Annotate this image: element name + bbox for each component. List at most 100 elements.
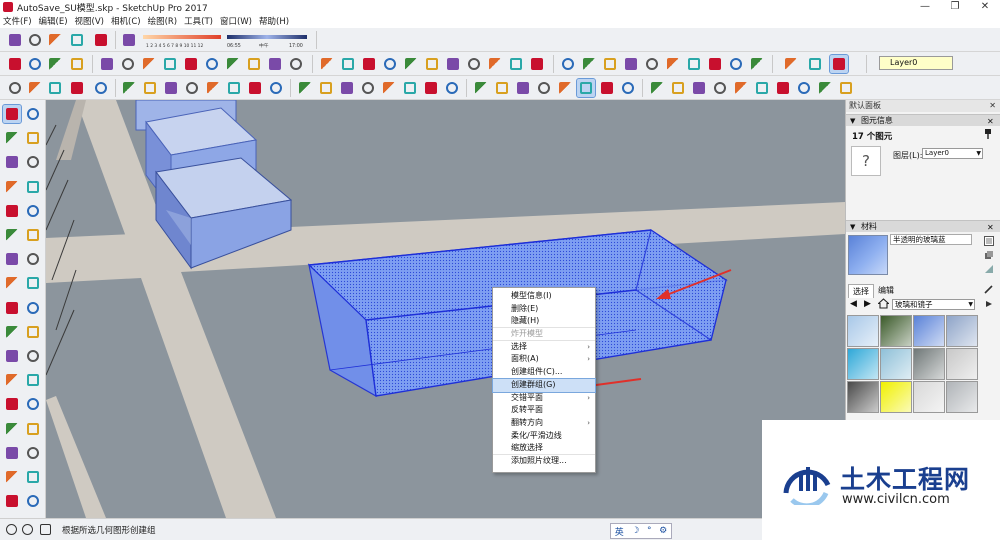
hidden-line-icon[interactable] — [643, 55, 661, 73]
offset-tool-icon[interactable] — [162, 79, 180, 97]
protractor-icon[interactable] — [3, 299, 21, 317]
protractor-icon[interactable] — [246, 79, 264, 97]
push-pull-icon[interactable] — [68, 79, 86, 97]
hidden-line-icon[interactable] — [24, 444, 42, 462]
context-menu-item[interactable]: 删除(E) — [493, 303, 595, 316]
menu-view[interactable]: 视图(V) — [75, 15, 104, 27]
select-tool-icon[interactable] — [2, 104, 22, 124]
ime-settings-icon[interactable]: ⚙ — [659, 526, 667, 536]
context-menu-item[interactable]: 添加照片纹理... — [493, 455, 595, 468]
material-swatch[interactable] — [880, 381, 912, 413]
eyedropper-icon[interactable] — [984, 284, 994, 294]
material-swatch[interactable] — [913, 315, 945, 347]
text-tool-icon[interactable] — [381, 55, 399, 73]
push-pull-icon[interactable] — [182, 55, 200, 73]
materials-header[interactable]: ▼ 材料 ✕ — [846, 220, 1000, 232]
monochrome-icon[interactable] — [706, 55, 724, 73]
walk-icon[interactable] — [3, 395, 21, 413]
context-menu-item[interactable]: 面积(A) › — [493, 353, 595, 366]
context-menu-item[interactable]: 反转平面 — [493, 404, 595, 417]
eraser-tool-icon[interactable] — [26, 55, 44, 73]
material-swatch[interactable] — [913, 348, 945, 380]
push-pull-icon[interactable] — [3, 202, 21, 220]
model-viewport[interactable] — [46, 100, 845, 518]
3d-text-icon[interactable] — [423, 55, 441, 73]
textured-icon[interactable] — [576, 78, 596, 98]
ime-english-toggle[interactable]: 英 — [615, 525, 624, 538]
orbit-icon[interactable] — [338, 79, 356, 97]
follow-me-icon[interactable] — [183, 79, 201, 97]
left-view-icon[interactable] — [732, 79, 750, 97]
follow-me-icon[interactable] — [287, 55, 305, 73]
orbit-icon[interactable] — [6, 31, 24, 49]
scale-tool-icon[interactable] — [245, 55, 263, 73]
material-name-field[interactable]: 半透明的玻璃蓝 — [890, 234, 972, 245]
dimension-icon[interactable] — [225, 79, 243, 97]
context-menu-item[interactable]: 缩放选择 — [493, 442, 595, 455]
wireframe-icon[interactable] — [120, 31, 138, 49]
entity-layer-dropdown[interactable]: Layer0 ▼ — [922, 148, 983, 159]
xray-icon[interactable] — [601, 55, 619, 73]
eraser-tool-icon[interactable] — [816, 79, 834, 97]
pan-icon[interactable] — [465, 55, 483, 73]
rectangle-tool-icon[interactable] — [6, 79, 24, 97]
menu-draw[interactable]: 绘图(R) — [148, 15, 178, 27]
zoom-icon[interactable] — [3, 371, 21, 389]
dimension-icon[interactable] — [24, 274, 42, 292]
input-method-bar[interactable]: 英 ☽ ° ⚙ — [610, 523, 672, 539]
iso-view-icon[interactable] — [727, 55, 745, 73]
material-swatch[interactable] — [847, 348, 879, 380]
circle-tool-icon[interactable] — [26, 79, 44, 97]
maximize-button[interactable]: ❐ — [940, 0, 970, 14]
textured-icon[interactable] — [24, 468, 42, 486]
close-icon[interactable]: ✕ — [989, 100, 996, 112]
credits-icon[interactable] — [22, 524, 33, 535]
circle-tool-icon[interactable] — [3, 178, 21, 196]
material-swatch[interactable] — [880, 315, 912, 347]
shaded-icon[interactable] — [3, 468, 21, 486]
3d-text-icon[interactable] — [24, 323, 42, 341]
material-swatch[interactable] — [847, 315, 879, 347]
arc-tool-icon[interactable] — [98, 55, 116, 73]
look-around-icon[interactable] — [24, 395, 42, 413]
look-around-icon[interactable] — [443, 79, 461, 97]
rotate-tool-icon[interactable] — [224, 55, 242, 73]
polygon-tool-icon[interactable] — [161, 55, 179, 73]
shadow-settings-slider[interactable]: 1 2 3 4 5 6 7 8 9 10 11 12 06:55 中午 17:0… — [141, 32, 311, 50]
context-menu-item[interactable]: 模型信息(I) — [493, 290, 595, 303]
axes-tool-icon[interactable] — [296, 79, 314, 97]
zoom-extents-icon[interactable] — [68, 31, 86, 49]
menu-camera[interactable]: 相机(C) — [111, 15, 141, 27]
pan-icon[interactable] — [26, 31, 44, 49]
polygon-tool-icon[interactable] — [46, 79, 64, 97]
xray-icon[interactable] — [24, 420, 42, 438]
top-view-icon[interactable] — [648, 79, 666, 97]
shaded-icon[interactable] — [782, 55, 800, 73]
text-tool-icon[interactable] — [24, 299, 42, 317]
paint-bucket-icon[interactable] — [837, 79, 855, 97]
offset-tool-icon[interactable] — [3, 250, 21, 268]
wireframe-icon[interactable] — [622, 55, 640, 73]
tab-edit[interactable]: 编辑 — [874, 284, 898, 298]
arc-tool-icon[interactable] — [3, 153, 21, 171]
line-tool-icon[interactable] — [24, 129, 42, 147]
help-icon[interactable] — [40, 524, 51, 535]
zoom-extents-icon[interactable] — [401, 79, 419, 97]
extension-icon[interactable] — [774, 79, 792, 97]
rotate-tool-icon[interactable] — [3, 226, 21, 244]
tape-measure-icon[interactable] — [3, 274, 21, 292]
walk-icon[interactable] — [422, 79, 440, 97]
scale-tool-icon[interactable] — [24, 226, 42, 244]
hidden-line-icon[interactable] — [535, 79, 553, 97]
details-arrow-icon[interactable] — [984, 299, 994, 309]
3d-text-icon[interactable] — [317, 79, 335, 97]
scale-tool-icon[interactable] — [141, 79, 159, 97]
xray-icon[interactable] — [493, 79, 511, 97]
pin-icon[interactable] — [984, 128, 992, 140]
monochrome-icon[interactable] — [598, 79, 616, 97]
zoom-extents-icon[interactable] — [24, 371, 42, 389]
offset-tool-icon[interactable] — [266, 55, 284, 73]
axes-tool-icon[interactable] — [402, 55, 420, 73]
circle-tool-icon[interactable] — [140, 55, 158, 73]
wireframe-icon[interactable] — [3, 444, 21, 462]
